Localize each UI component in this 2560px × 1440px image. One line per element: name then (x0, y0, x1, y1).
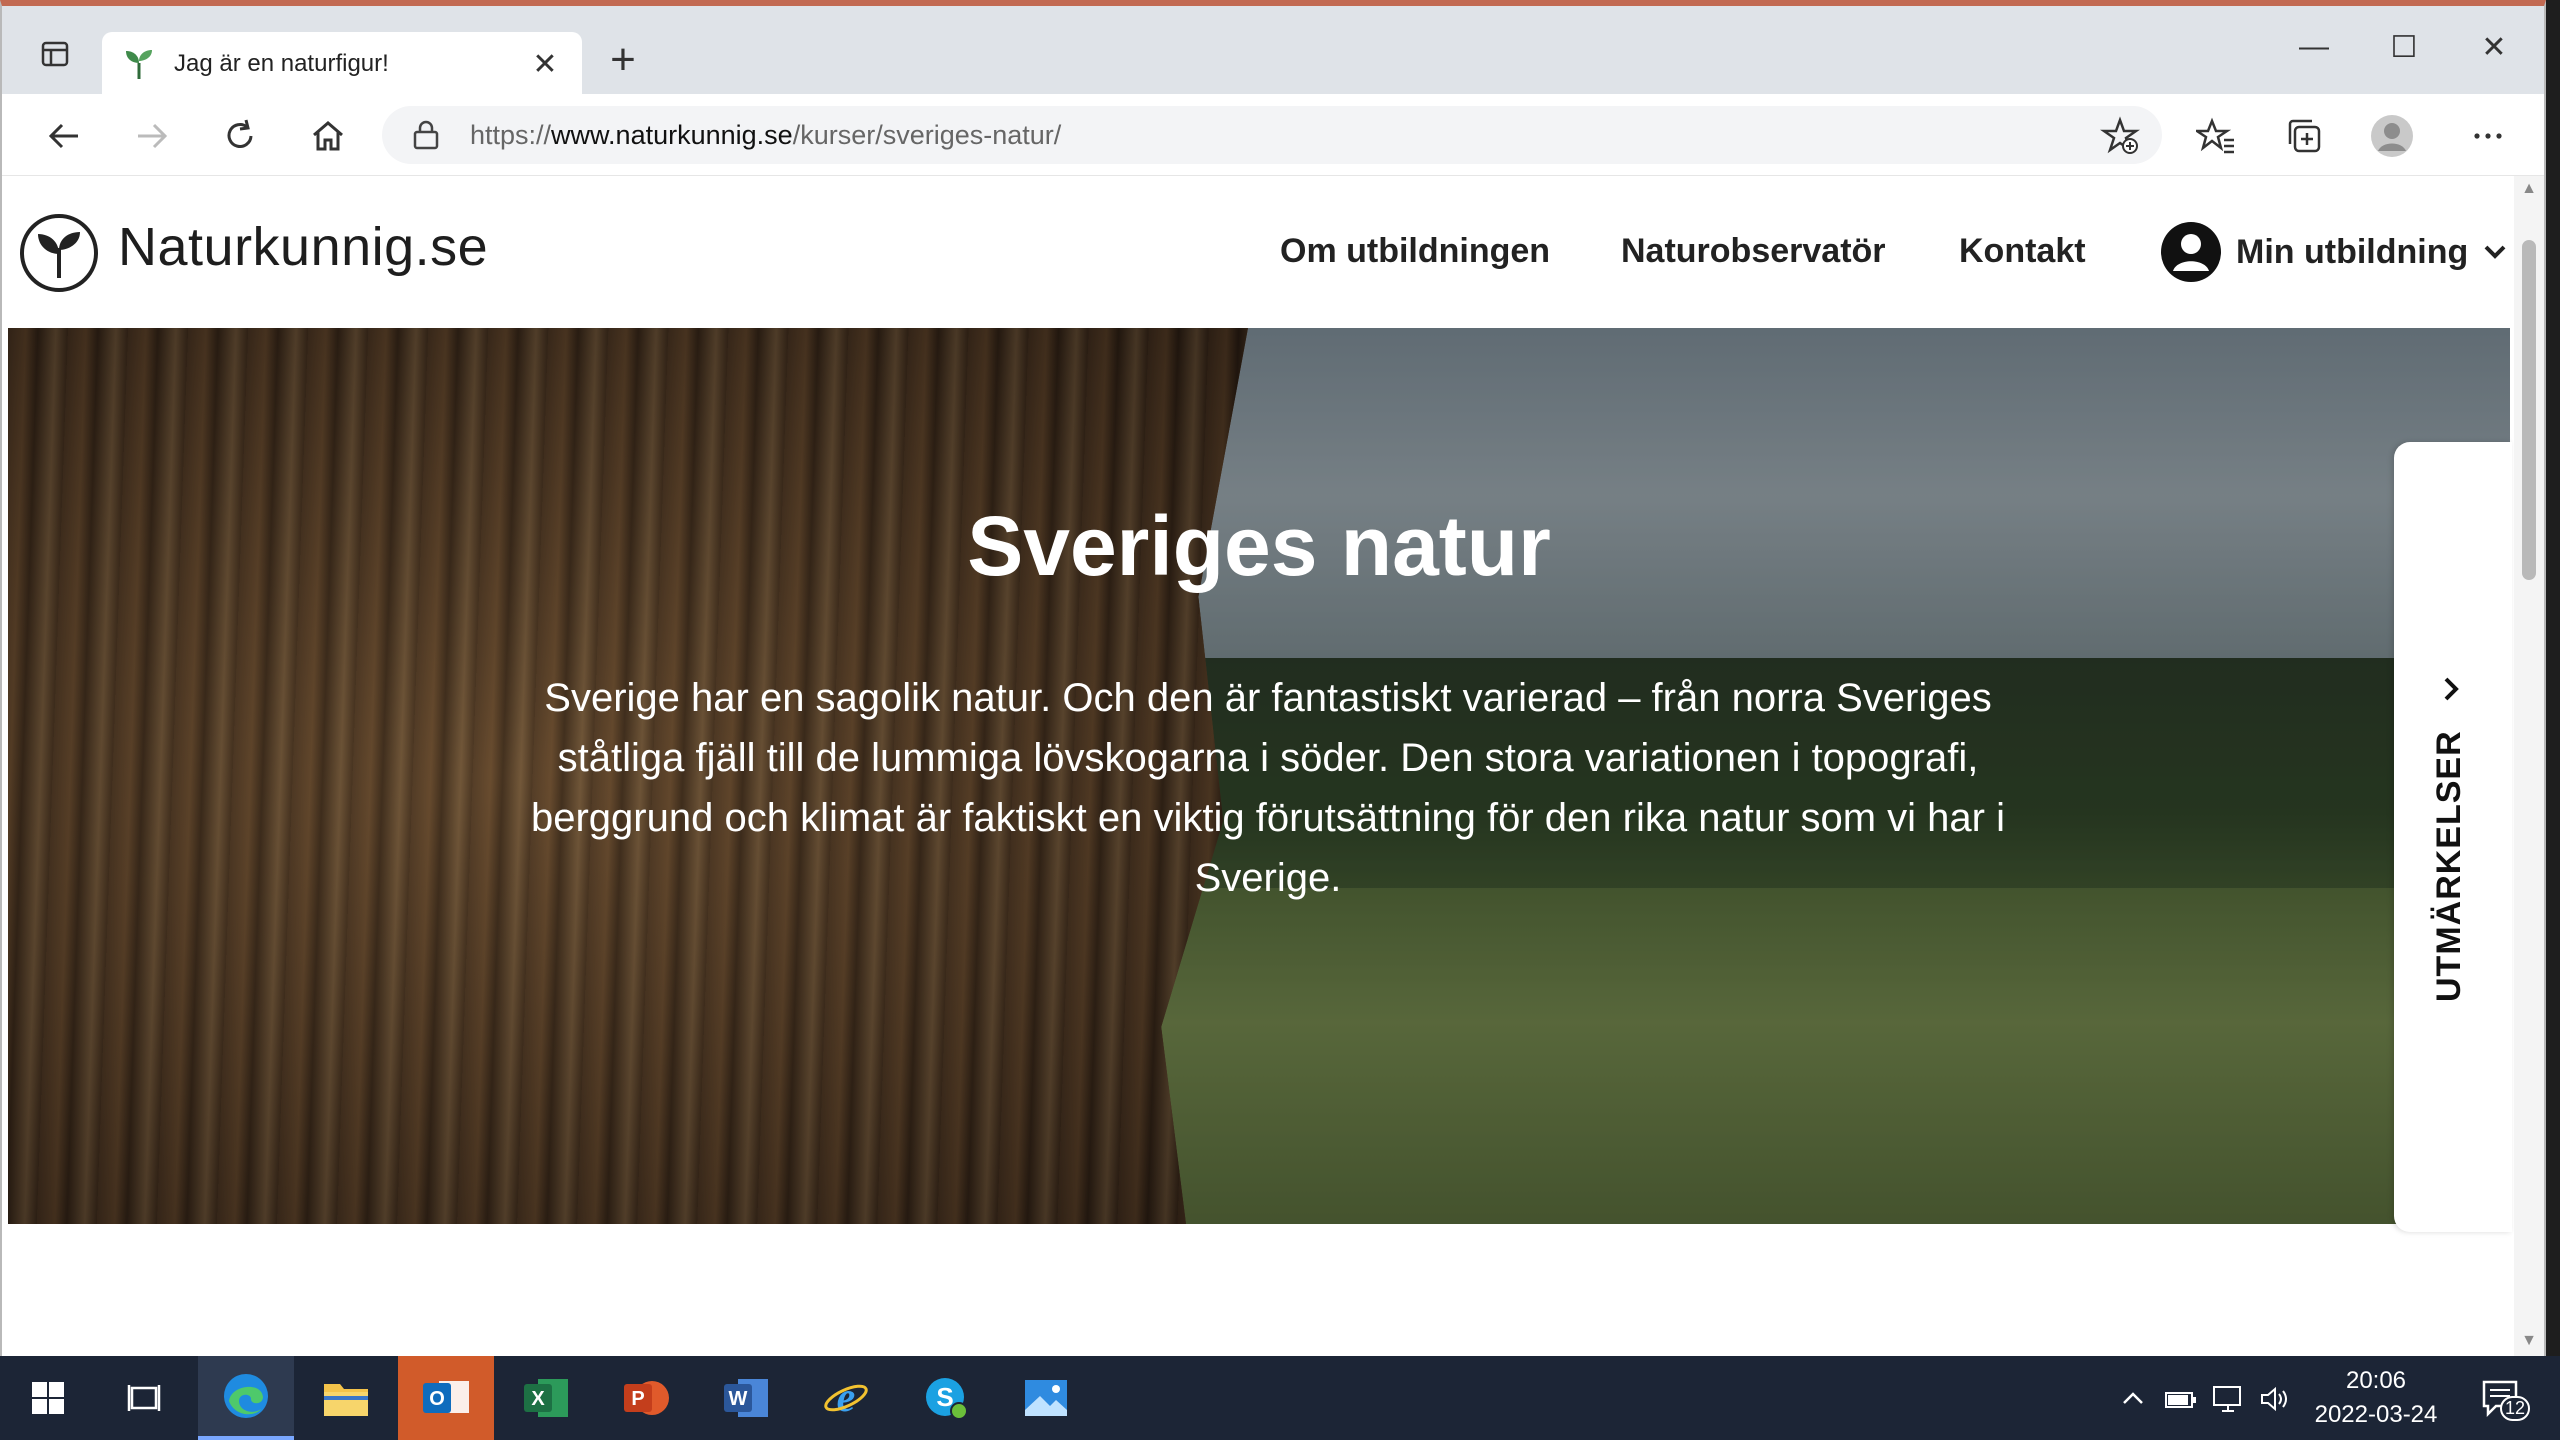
powerpoint-icon: P (624, 1381, 669, 1415)
site-brand[interactable]: Naturkunnig.se (118, 216, 488, 278)
scroll-up-icon[interactable]: ▲ (2521, 180, 2537, 198)
page-scrollbar[interactable]: ▲ ▼ (2514, 176, 2544, 1356)
notification-count-badge: 12 (2500, 1396, 2530, 1421)
folder-icon (324, 1384, 368, 1416)
forward-icon[interactable] (128, 112, 176, 160)
utmarkelser-label: UTMÄRKELSER (2430, 730, 2468, 1002)
battery-icon[interactable] (2164, 1382, 2198, 1416)
close-tab-icon[interactable]: ✕ (528, 47, 562, 82)
svg-text:X: X (531, 1388, 545, 1410)
refresh-icon[interactable] (216, 112, 264, 160)
account-menu-label: Min utbildning (2236, 232, 2469, 271)
windows-logo-icon (32, 1382, 64, 1414)
taskbar-internet-explorer[interactable]: e (798, 1356, 894, 1440)
taskbar-file-explorer[interactable] (298, 1356, 394, 1440)
nav-naturobservator[interactable]: Naturobservatör (1621, 232, 1886, 271)
utmarkelser-side-tab[interactable]: UTMÄRKELSER (2394, 442, 2512, 1232)
address-bar[interactable]: https://www.naturkunnig.se/kurser/sverig… (382, 106, 2162, 164)
tab-strip: Jag är en naturfigur! ✕ + — ☐ ✕ (2, 6, 2544, 96)
scroll-thumb[interactable] (2522, 240, 2536, 580)
home-icon[interactable] (304, 112, 352, 160)
url-text[interactable]: https://www.naturkunnig.se/kurser/sverig… (470, 120, 1061, 151)
nav-kontakt[interactable]: Kontakt (1959, 232, 2086, 271)
browser-tab-active[interactable]: Jag är en naturfigur! ✕ (102, 32, 582, 96)
clock-time: 20:06 (2345, 1367, 2407, 1394)
system-clock[interactable]: 20:06 2022-03-24 (2296, 1364, 2456, 1432)
svg-text:W: W (729, 1388, 748, 1410)
taskbar-excel[interactable]: X (498, 1356, 594, 1440)
photos-icon (1025, 1380, 1067, 1416)
internet-explorer-icon: e (824, 1375, 868, 1421)
outlook-icon: O (423, 1381, 469, 1413)
hero-banner: Sveriges natur Sverige har en sagolik na… (8, 328, 2510, 1224)
maximize-icon[interactable]: ☐ (2374, 30, 2434, 65)
account-menu[interactable]: Min utbildning (2160, 220, 2508, 284)
svg-text:P: P (631, 1388, 644, 1410)
minimize-icon[interactable]: — (2284, 30, 2344, 64)
close-window-icon[interactable]: ✕ (2464, 30, 2524, 65)
collections-icon[interactable] (2280, 112, 2328, 160)
add-favorite-icon[interactable] (2100, 116, 2140, 156)
hero-description: Sverige har en sagolik natur. Och den är… (530, 676, 2005, 900)
tab-actions-icon (41, 41, 69, 67)
user-account-icon (2161, 222, 2221, 282)
back-icon[interactable] (40, 112, 88, 160)
scroll-down-icon[interactable]: ▼ (2521, 1332, 2537, 1350)
word-icon: W (724, 1379, 768, 1417)
chevron-right-icon (2444, 677, 2459, 701)
windows-taskbar: O X P W e S 20:06 2022-03-24 12 (0, 1356, 2560, 1440)
more-options-icon[interactable] (2464, 112, 2512, 160)
desktop: Jag är en naturfigur! ✕ + — ☐ ✕ https://… (0, 0, 2560, 1440)
task-view-button[interactable] (96, 1356, 192, 1440)
tab-actions-button[interactable] (20, 28, 90, 80)
network-icon[interactable] (2212, 1382, 2246, 1416)
taskbar-outlook[interactable]: O (398, 1356, 494, 1440)
taskbar-edge[interactable] (198, 1356, 294, 1440)
edge-browser-icon (224, 1374, 268, 1418)
taskbar-photos[interactable] (998, 1356, 1094, 1440)
lock-icon[interactable] (406, 115, 446, 155)
sprout-favicon-icon (126, 50, 152, 79)
task-view-icon (127, 1385, 161, 1411)
favorites-icon[interactable] (2192, 112, 2240, 160)
start-button[interactable] (0, 1356, 96, 1440)
tab-title: Jag är en naturfigur! (174, 50, 389, 77)
taskbar-powerpoint[interactable]: P (598, 1356, 694, 1440)
taskbar-word[interactable]: W (698, 1356, 794, 1440)
sprout-logo-icon[interactable] (18, 212, 100, 294)
hero-title: Sveriges natur (967, 499, 1551, 593)
volume-icon[interactable] (2258, 1382, 2292, 1416)
nav-om-utbildningen[interactable]: Om utbildningen (1280, 232, 1550, 271)
new-tab-button[interactable]: + (600, 38, 646, 84)
browser-toolbar: https://www.naturkunnig.se/kurser/sverig… (2, 94, 2544, 176)
browser-window: Jag är en naturfigur! ✕ + — ☐ ✕ https://… (0, 0, 2546, 1356)
svg-text:O: O (429, 1388, 445, 1410)
svg-text:e: e (837, 1375, 856, 1421)
profile-avatar-icon[interactable] (2368, 112, 2416, 160)
excel-icon: X (524, 1379, 568, 1417)
taskbar-skype[interactable]: S (898, 1356, 994, 1440)
show-hidden-icons-chevron-icon[interactable] (2116, 1382, 2150, 1416)
chevron-down-icon (2484, 245, 2506, 259)
skype-icon: S (926, 1378, 968, 1420)
clock-date: 2022-03-24 (2314, 1401, 2438, 1428)
page-viewport: Naturkunnig.se Om utbildningen Naturobse… (2, 176, 2516, 1356)
site-header: Naturkunnig.se Om utbildningen Naturobse… (2, 176, 2516, 328)
